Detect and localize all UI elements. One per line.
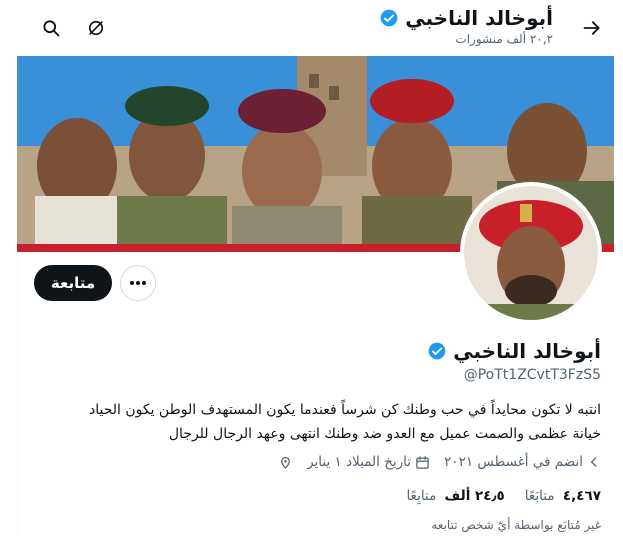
birthdate-text: تاريخ الميلاد ١ يناير	[307, 454, 412, 470]
followers-count: ٢٤٫٥ ألف	[444, 488, 505, 504]
arrow-right-icon	[583, 21, 600, 35]
profile-handle: @PoTt1ZCvtT3FzS5	[463, 367, 601, 383]
not-followed-note: غير مُتابَع بواسطة أيّ شخص تتابعه	[431, 518, 601, 532]
more-options-button[interactable]	[120, 265, 156, 301]
joined-text: انضم في أغسطس ٢٠٢١	[444, 454, 583, 470]
birth-date: تاريخ الميلاد ١ يناير	[307, 454, 430, 470]
joined-date: انضم في أغسطس ٢٠٢١	[444, 454, 601, 470]
calendar-icon	[416, 455, 429, 469]
location-item	[278, 455, 293, 470]
profile-name: أبوخالد الناخبي	[453, 339, 601, 363]
profile-name-row: أبوخالد الناخبي	[21, 339, 601, 363]
header-name: أبوخالد الناخبي	[405, 6, 553, 30]
verified-badge-icon[interactable]	[427, 341, 447, 361]
follow-button[interactable]: متابعة	[34, 265, 112, 301]
profile-bio: انتبه لا تكون محايداً في حب وطنك كن شرسا…	[21, 398, 601, 446]
posts-count: ٢٠,٢ ألف منشورات	[455, 32, 553, 46]
back-button[interactable]	[575, 11, 609, 45]
mute-button[interactable]	[79, 11, 113, 45]
bio-line: خيانة عظمى والصمت عميل مع العدو ضد وطنك …	[168, 426, 601, 442]
bio-line: انتبه لا تكون محايداً في حب وطنك كن شرسا…	[88, 402, 601, 418]
profile-stats: ٤,٤٦٧ متابَعًا ٢٤٫٥ ألف متابِعًا	[21, 488, 601, 504]
profile-meta: انضم في أغسطس ٢٠٢١ تاريخ الميلاد ١ يناير	[21, 454, 601, 470]
following-link[interactable]: ٤,٤٦٧ متابَعًا	[525, 488, 601, 504]
search-icon	[43, 20, 60, 37]
following-count: ٤,٤٦٧	[562, 488, 601, 504]
more-dots-icon	[130, 281, 146, 285]
verified-badge-icon	[380, 9, 398, 27]
header-title: أبوخالد الناخبي ٢٠,٢ ألف منشورات	[379, 6, 553, 46]
followers-label: متابِعًا	[406, 488, 437, 504]
avatar-image	[464, 186, 598, 320]
notifications-off-icon	[88, 20, 104, 36]
search-button[interactable]	[34, 11, 68, 45]
birthday-location-icon	[281, 456, 290, 469]
top-bar: أبوخالد الناخبي ٢٠,٢ ألف منشورات	[0, 0, 623, 56]
chevron-left-icon	[591, 457, 597, 467]
following-label: متابَعًا	[524, 488, 555, 504]
avatar[interactable]	[460, 182, 602, 324]
followers-link[interactable]: ٢٤٫٥ ألف متابِعًا	[406, 488, 504, 504]
